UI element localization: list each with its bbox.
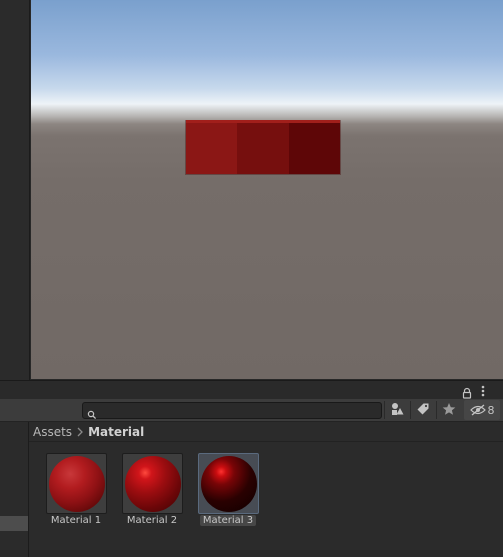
material-sphere-icon bbox=[200, 455, 257, 512]
shapes-filter-icon bbox=[390, 401, 404, 420]
breadcrumb-assets[interactable]: Assets bbox=[33, 425, 72, 439]
star-icon bbox=[442, 401, 456, 420]
material-thumbnail bbox=[46, 453, 107, 514]
cube-face-middle bbox=[237, 121, 289, 174]
asset-content-area[interactable]: Assets Material Material 1 Material 2 Ma… bbox=[29, 422, 503, 557]
search-input[interactable] bbox=[99, 403, 377, 418]
hidden-count-label: 8 bbox=[487, 403, 495, 417]
kebab-menu-icon[interactable] bbox=[478, 383, 488, 397]
search-by-label-button[interactable] bbox=[411, 400, 435, 420]
project-toolbar: 8 bbox=[0, 399, 503, 422]
asset-item-material-1[interactable]: Material 1 bbox=[45, 453, 107, 533]
asset-label-selected: Material 3 bbox=[191, 515, 265, 526]
chevron-right-icon bbox=[74, 426, 86, 438]
search-icon bbox=[87, 405, 97, 420]
red-cube-object[interactable] bbox=[186, 120, 340, 174]
search-field[interactable] bbox=[82, 402, 382, 420]
breadcrumb-material[interactable]: Material bbox=[88, 425, 144, 439]
material-sphere-icon bbox=[124, 455, 181, 512]
material-thumbnail bbox=[122, 453, 183, 514]
scene-view[interactable] bbox=[31, 0, 503, 379]
cube-face-right bbox=[288, 121, 340, 174]
asset-label: Material 2 bbox=[126, 515, 178, 526]
cube-face-left bbox=[186, 121, 238, 174]
search-by-type-button[interactable] bbox=[385, 400, 409, 420]
folder-tree[interactable] bbox=[0, 422, 29, 557]
lock-icon[interactable] bbox=[461, 384, 473, 399]
project-panel-tab-bar bbox=[0, 380, 503, 400]
hidden-packages-toggle[interactable]: 8 bbox=[464, 400, 500, 420]
breadcrumb: Assets Material bbox=[29, 422, 503, 442]
asset-item-material-3[interactable]: Material 3 bbox=[197, 453, 259, 533]
material-sphere-icon bbox=[48, 455, 105, 512]
tag-icon bbox=[416, 401, 430, 420]
folder-tree-selected-item[interactable] bbox=[0, 516, 28, 531]
material-thumbnail bbox=[198, 453, 259, 514]
eye-slash-icon bbox=[469, 404, 486, 416]
cube-top-edge bbox=[186, 120, 340, 123]
favorites-button[interactable] bbox=[437, 400, 461, 420]
asset-label-text: Material 3 bbox=[199, 515, 257, 526]
left-panel-edge bbox=[0, 0, 30, 380]
asset-label: Material 1 bbox=[50, 515, 102, 526]
asset-item-material-2[interactable]: Material 2 bbox=[121, 453, 183, 533]
